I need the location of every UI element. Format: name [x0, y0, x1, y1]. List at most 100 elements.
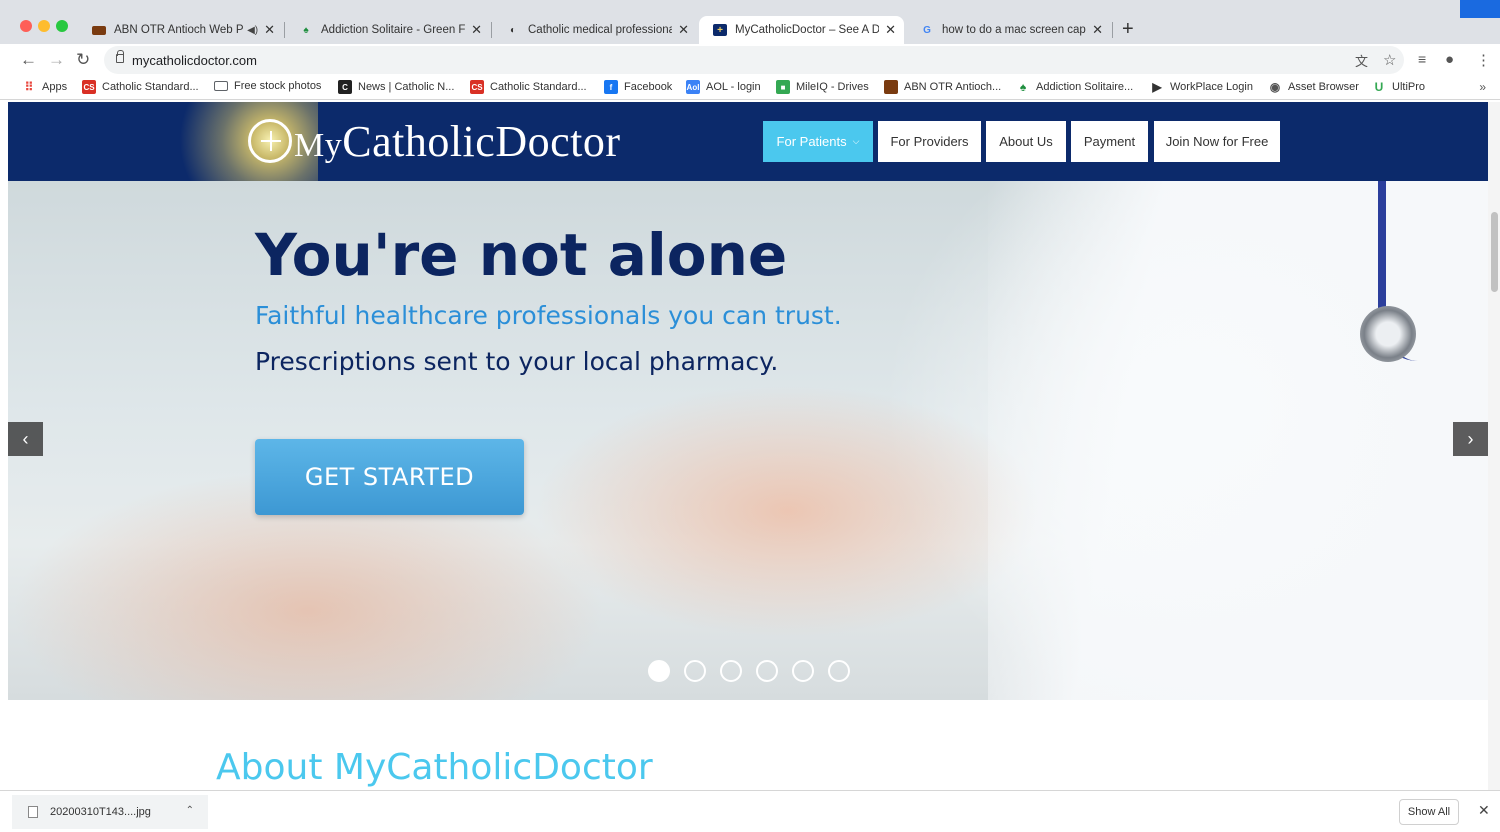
speaker-icon[interactable]: ◀): [247, 25, 258, 36]
bookmark-item[interactable]: C News | Catholic N...: [338, 80, 454, 94]
chevron-down-icon: ⌵: [852, 136, 860, 146]
tab-mycatholicdoctor[interactable]: + MyCatholicDoctor – See A Doc ✕: [699, 16, 904, 44]
profile-avatar-icon[interactable]: ●: [1445, 51, 1454, 68]
ultipro-icon: U: [1374, 80, 1384, 94]
carousel-next-chevron-icon[interactable]: ›: [1453, 422, 1488, 456]
bookmark-label: Facebook: [624, 81, 673, 93]
star-icon[interactable]: ☆: [1383, 51, 1396, 69]
bookmark-item[interactable]: CS Catholic Standard...: [82, 80, 199, 94]
close-window-button[interactable]: [20, 20, 32, 32]
url-text[interactable]: mycatholicdoctor.com: [132, 53, 257, 68]
get-started-button[interactable]: GET STARTED: [255, 439, 524, 515]
bookmark-label: Apps: [42, 81, 68, 93]
bookmark-item[interactable]: ♠ Addiction Solitaire...: [1016, 80, 1133, 94]
tab-title: ABN OTR Antioch Web Pla: [114, 24, 244, 36]
carousel-dot[interactable]: [648, 660, 670, 682]
close-icon[interactable]: ✕: [264, 22, 275, 38]
tab-separator: [1112, 22, 1113, 38]
cs-icon: CS: [470, 80, 484, 94]
download-item[interactable]: 20200310T143....jpg ⌃: [12, 795, 208, 829]
cs-icon: CS: [82, 80, 96, 94]
more-bookmarks-icon[interactable]: »: [1479, 80, 1486, 94]
reload-icon[interactable]: ↻: [76, 50, 90, 70]
bookmark-label: WorkPlace Login: [1170, 81, 1253, 93]
spade-icon: ♠: [1019, 80, 1027, 94]
nav-for-patients[interactable]: For Patients ⌵: [763, 121, 873, 162]
bookmarks-bar: » ⠿ Apps CS Catholic Standard... Free stock …: [0, 76, 1500, 100]
translate-icon[interactable]: 文: [1355, 51, 1368, 70]
tab-title: Addiction Solitaire - Green Felt: [321, 24, 466, 36]
download-filename: 20200310T143....jpg: [50, 806, 151, 818]
bookmark-item[interactable]: ABN OTR Antioch...: [884, 80, 1001, 94]
logo-cross-icon[interactable]: [248, 119, 292, 163]
new-tab-button[interactable]: +: [1122, 18, 1134, 41]
carousel-dot[interactable]: [720, 660, 742, 682]
hero-subtitle-trust: Faithful healthcare professionals you ca…: [255, 301, 842, 330]
bookmark-item[interactable]: f Facebook: [604, 80, 672, 94]
nav-for-providers[interactable]: For Providers: [878, 121, 981, 162]
aol-icon: Aol: [686, 80, 700, 94]
nav-payment[interactable]: Payment: [1071, 121, 1148, 162]
workplace-icon: ▶: [1152, 80, 1162, 94]
about-heading: About MyCatholicDoctor: [216, 747, 653, 788]
page-scrollbar[interactable]: [1488, 102, 1500, 790]
mcd-icon: +: [713, 24, 727, 36]
browser-toolbar: ← → ↻ mycatholicdoctor.com 文 ☆ ≡ ● ⋮: [0, 44, 1500, 76]
nav-join-now[interactable]: Join Now for Free: [1154, 121, 1280, 162]
cn-icon: C: [338, 80, 352, 94]
fullscreen-window-button[interactable]: [56, 20, 68, 32]
close-icon[interactable]: ✕: [678, 22, 689, 38]
bookmark-item[interactable]: Free stock photos: [214, 80, 321, 92]
bookmark-item[interactable]: ■ MileIQ - Drives: [776, 80, 869, 94]
close-icon[interactable]: ✕: [885, 22, 896, 38]
minimize-window-button[interactable]: [38, 20, 50, 32]
lock-icon: [116, 50, 124, 63]
carousel-dot[interactable]: [684, 660, 706, 682]
bookmark-item[interactable]: Aol AOL - login: [686, 80, 761, 94]
tab-addiction-solitaire[interactable]: ♠ Addiction Solitaire - Green Felt ✕: [285, 16, 490, 44]
tab-title: MyCatholicDoctor – See A Doc: [735, 24, 880, 36]
carousel-dot[interactable]: [756, 660, 778, 682]
carousel-dot[interactable]: [828, 660, 850, 682]
globe-icon: ◉: [1269, 80, 1281, 94]
back-arrow-icon[interactable]: ←: [20, 50, 37, 70]
address-bar[interactable]: mycatholicdoctor.com: [104, 46, 1404, 74]
tab-abn-otr[interactable]: ABN OTR Antioch Web Pla ◀) ✕: [78, 16, 283, 44]
forward-arrow-icon[interactable]: →: [48, 50, 65, 70]
tab-title: how to do a mac screen captur: [942, 24, 1087, 36]
media-control-icon[interactable]: ≡: [1418, 51, 1426, 67]
scrollbar-thumb[interactable]: [1491, 212, 1498, 292]
book-icon: [92, 25, 106, 35]
bookmark-item[interactable]: CS Catholic Standard...: [470, 80, 587, 94]
bookmark-item[interactable]: ⠿ Apps: [22, 80, 67, 94]
download-bar: 20200310T143....jpg ⌃ Show All ✕: [0, 790, 1500, 832]
carousel-dot[interactable]: [792, 660, 814, 682]
carousel-prev-chevron-icon[interactable]: ‹: [8, 422, 43, 456]
bookmark-item[interactable]: ▶ WorkPlace Login: [1150, 80, 1253, 94]
bookmark-label: News | Catholic N...: [358, 81, 455, 93]
bookmark-item[interactable]: ◉ Asset Browser: [1268, 80, 1359, 94]
tab-mac-screen-capture[interactable]: G how to do a mac screen captur ✕: [906, 16, 1111, 44]
folder-icon: [214, 81, 228, 91]
chevron-up-icon[interactable]: ⌃: [186, 805, 194, 816]
menu-kebab-icon[interactable]: ⋮: [1476, 51, 1491, 69]
tab-title: Catholic medical professionals: [528, 24, 673, 36]
bookmark-label: Free stock photos: [234, 80, 322, 92]
bookmark-label: MileIQ - Drives: [796, 81, 869, 93]
hero-title: You're not alone: [255, 221, 788, 289]
site-logo[interactable]: MyCatholicDoctor: [294, 116, 621, 167]
apps-grid-icon: ⠿: [24, 80, 34, 94]
bookmark-item[interactable]: U UltiPro: [1372, 80, 1425, 94]
close-icon[interactable]: ✕: [471, 22, 482, 38]
hero-subtitle-pharmacy: Prescriptions sent to your local pharmac…: [255, 347, 779, 376]
show-all-button[interactable]: Show All: [1399, 799, 1459, 825]
site-icon: ◐: [509, 24, 517, 36]
window-corner: [1460, 0, 1500, 18]
mileiq-icon: ■: [776, 80, 790, 94]
stethoscope-head-image: [1360, 306, 1416, 362]
close-icon[interactable]: ✕: [1092, 22, 1103, 38]
nav-about-us[interactable]: About Us: [986, 121, 1066, 162]
tab-catholic-medical[interactable]: ◐ Catholic medical professionals ✕: [492, 16, 697, 44]
hero-carousel: You're not alone Faithful healthcare pro…: [8, 181, 1488, 700]
close-icon[interactable]: ✕: [1478, 802, 1490, 819]
